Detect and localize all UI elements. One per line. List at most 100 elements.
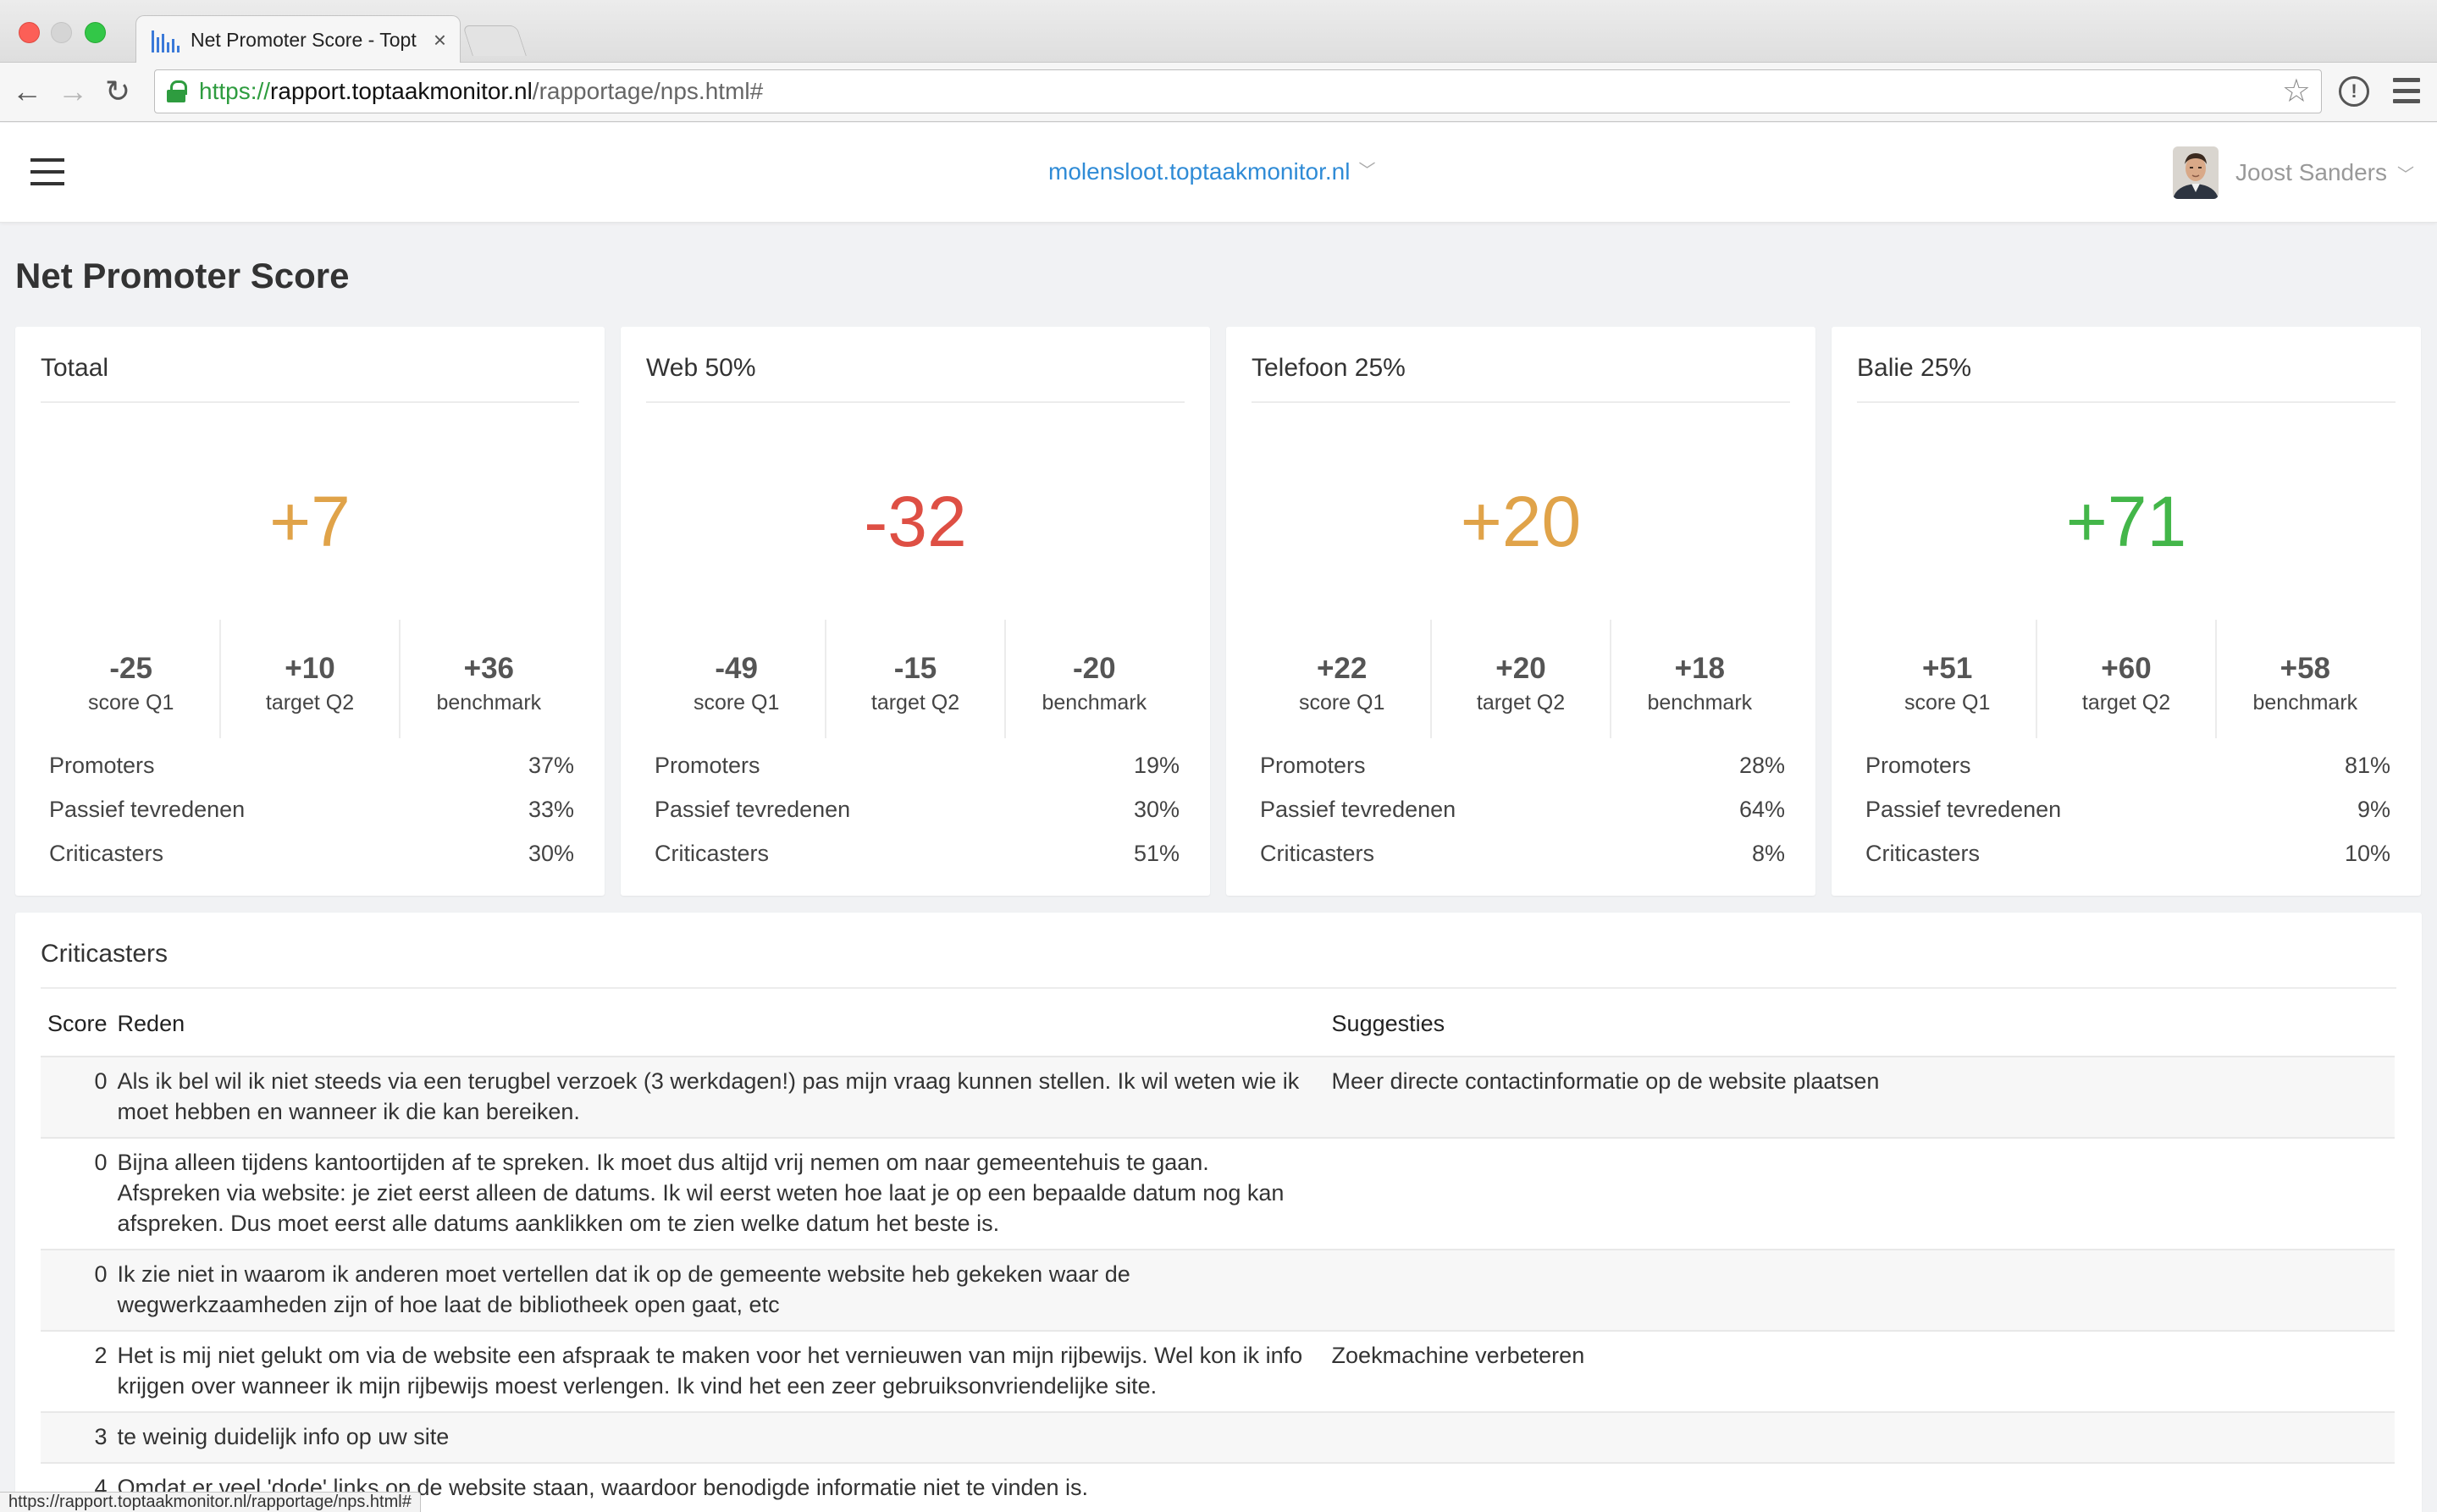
row-criticasters: Criticasters 51% xyxy=(655,831,1180,875)
user-name: Joost Sanders xyxy=(2235,159,2387,185)
nps-card-web: Web 50% -32 -49 score Q1 -15 target Q2 -20… xyxy=(621,327,1210,896)
extension-info-icon[interactable]: ! xyxy=(2339,76,2369,107)
row-value: 33% xyxy=(528,796,574,822)
window-minimize-button[interactable] xyxy=(51,22,72,43)
cell-reason: Als ik bel wil ik niet steeds via een te… xyxy=(110,1057,1325,1139)
stat-value: +18 xyxy=(1674,652,1725,685)
distribution-rows: Promoters 28% Passief tevredenen 64% Criti… xyxy=(1260,743,1785,875)
site-selector-label: molensloot.toptaakmonitor.nl xyxy=(1048,158,1351,185)
reload-icon[interactable]: ↻ xyxy=(105,74,130,108)
new-tab-button[interactable] xyxy=(462,25,527,56)
page-title: Net Promoter Score xyxy=(15,256,350,295)
stat-label: target Q2 xyxy=(870,691,960,715)
row-criticasters: Criticasters 10% xyxy=(1865,831,2390,875)
window-close-button[interactable] xyxy=(19,22,40,43)
score-stats: -25 score Q1 +10 target Q2 +36 benchmark xyxy=(42,620,577,738)
row-label: Passief tevredenen xyxy=(1260,796,1456,822)
browser-tab-active[interactable]: Net Promoter Score - Topt × xyxy=(135,15,461,63)
row-passief: Passief tevredenen 30% xyxy=(655,787,1180,831)
back-arrow-icon[interactable]: ← xyxy=(12,74,42,108)
cell-suggestion xyxy=(1324,1250,2395,1332)
stat-score-q1: +51 score Q1 xyxy=(1859,620,2036,738)
forward-arrow-icon[interactable]: → xyxy=(58,74,88,108)
stat-value: +20 xyxy=(1495,652,1546,685)
row-passief: Passief tevredenen 33% xyxy=(49,787,574,831)
cell-reason: te weinig duidelijk info op uw site xyxy=(110,1412,1325,1464)
row-promoters: Promoters 37% xyxy=(49,743,574,787)
distribution-rows: Promoters 19% Passief tevredenen 30% Criti… xyxy=(655,743,1180,875)
row-label: Passief tevredenen xyxy=(1865,796,2062,822)
cell-score: 0 xyxy=(41,1057,111,1139)
row-promoters: Promoters 28% xyxy=(1260,743,1785,787)
stat-label: benchmark xyxy=(1647,691,1753,715)
row-promoters: Promoters 81% xyxy=(1865,743,2390,787)
stat-score-q1: +22 score Q1 xyxy=(1253,620,1430,738)
cell-suggestion: Meer directe contactinformatie op de web… xyxy=(1324,1057,2395,1139)
row-label: Passief tevredenen xyxy=(49,796,246,822)
row-label: Promoters xyxy=(1260,752,1366,778)
distribution-rows: Promoters 37% Passief tevredenen 33% Criti… xyxy=(49,743,574,875)
row-label: Passief tevredenen xyxy=(655,796,851,822)
stat-value: +51 xyxy=(1921,652,1973,685)
nps-card-totaal: Totaal +7 -25 score Q1 +10 target Q2 +36 be… xyxy=(15,327,605,896)
score-stats: +22 score Q1 +20 target Q2 +18 benchmark xyxy=(1253,620,1788,738)
column-header-reason[interactable]: Reden xyxy=(110,1011,1325,1057)
table-row: 3 te weinig duidelijk info op uw site xyxy=(41,1412,2395,1464)
stat-value: +10 xyxy=(285,652,335,685)
table-header-row: Score Reden Suggesties xyxy=(41,1011,2395,1057)
stat-value: -20 xyxy=(1073,652,1116,685)
tab-close-icon[interactable]: × xyxy=(434,29,446,51)
bookmark-star-icon[interactable]: ☆ xyxy=(2282,74,2311,109)
divider xyxy=(646,401,1185,403)
row-value: 19% xyxy=(1133,752,1180,778)
stat-label: benchmark xyxy=(1042,691,1147,715)
row-label: Criticasters xyxy=(655,840,770,866)
column-header-suggestion[interactable]: Suggesties xyxy=(1324,1011,2395,1057)
row-passief: Passief tevredenen 9% xyxy=(1865,787,2390,831)
stat-label: target Q2 xyxy=(2081,691,2171,715)
stat-benchmark: +18 benchmark xyxy=(1609,620,1788,738)
browser-titlebar: Net Promoter Score - Topt × xyxy=(0,0,2437,63)
panel-title: Criticasters xyxy=(41,940,169,968)
chart-favicon-icon xyxy=(152,27,180,52)
row-value: 9% xyxy=(2357,796,2390,822)
cell-score: 0 xyxy=(41,1138,111,1250)
column-header-score[interactable]: Score xyxy=(41,1011,111,1057)
nps-score: -32 xyxy=(864,482,967,561)
site-selector[interactable]: molensloot.toptaakmonitor.nl ﹀ xyxy=(1048,157,1375,185)
card-title: Web 50% xyxy=(646,354,756,382)
row-value: 51% xyxy=(1133,840,1180,866)
browser-menu-icon[interactable] xyxy=(2393,78,2420,103)
user-menu[interactable]: Joost Sanders ﹀ xyxy=(2173,146,2414,199)
stat-label: score Q1 xyxy=(1298,691,1385,715)
stat-label: target Q2 xyxy=(265,691,355,715)
chevron-down-icon: ﹀ xyxy=(1358,162,1376,180)
cell-reason: Ik zie niet in waarom ik anderen moet ve… xyxy=(110,1250,1325,1332)
stat-label: benchmark xyxy=(436,691,542,715)
stat-label: score Q1 xyxy=(87,691,174,715)
stat-label: score Q1 xyxy=(693,691,780,715)
stat-value: -15 xyxy=(893,652,937,685)
row-value: 30% xyxy=(528,840,574,866)
stat-value: -49 xyxy=(715,652,758,685)
nps-card-telefoon: Telefoon 25% +20 +22 score Q1 +20 target Q… xyxy=(1226,327,1815,896)
table-row: 0 Bijna alleen tijdens kantoortijden af … xyxy=(41,1138,2395,1250)
row-value: 10% xyxy=(2344,840,2390,866)
criticasters-panel: Criticasters Score Reden Suggesties 0 Al… xyxy=(15,913,2422,1512)
score-stats: -49 score Q1 -15 target Q2 -20 benchmark xyxy=(648,620,1183,738)
stat-benchmark: +58 benchmark xyxy=(2214,620,2394,738)
card-title: Telefoon 25% xyxy=(1252,354,1406,382)
browser-toolbar: ← → ↻ https://rapport.toptaakmonitor.nl/… xyxy=(0,63,2437,122)
stat-value: +60 xyxy=(2101,652,2152,685)
nps-score: +20 xyxy=(1460,482,1582,561)
address-bar[interactable]: https://rapport.toptaakmonitor.nl/rappor… xyxy=(154,69,2322,113)
divider xyxy=(1252,401,1790,403)
cell-score: 0 xyxy=(41,1250,111,1332)
hamburger-menu-icon[interactable] xyxy=(30,158,64,185)
window-zoom-button[interactable] xyxy=(85,22,106,43)
stat-value: +36 xyxy=(463,652,514,685)
row-value: 8% xyxy=(1751,840,1785,866)
avatar xyxy=(2173,146,2219,199)
chevron-down-icon: ﹀ xyxy=(2397,165,2414,185)
row-value: 30% xyxy=(1133,796,1180,822)
